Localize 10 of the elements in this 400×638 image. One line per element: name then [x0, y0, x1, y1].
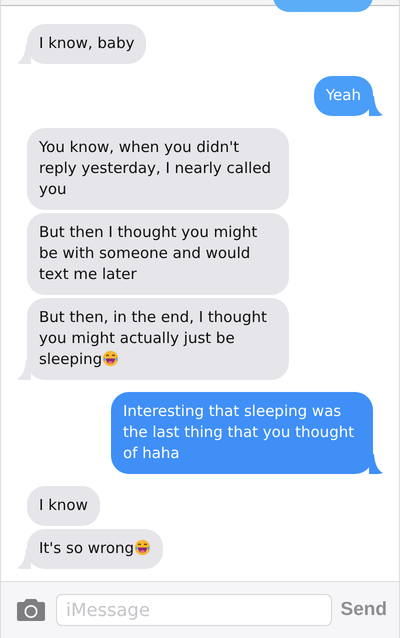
received-message: It's so wrong [17, 529, 164, 569]
sent-message: Interesting that sleeping was the last thing that you thought of haha [111, 392, 383, 474]
laughing-face-icon [102, 350, 120, 367]
received-message: I know, baby [17, 24, 146, 64]
camera-icon[interactable] [15, 598, 47, 622]
send-button[interactable]: Send [340, 599, 387, 621]
sent-message: Yeah [314, 76, 383, 116]
received-message: But then, in the end, I thought you might actually just be sleeping [17, 298, 289, 380]
message-input[interactable]: iMessage [56, 594, 332, 626]
laughing-face-icon [134, 539, 152, 556]
